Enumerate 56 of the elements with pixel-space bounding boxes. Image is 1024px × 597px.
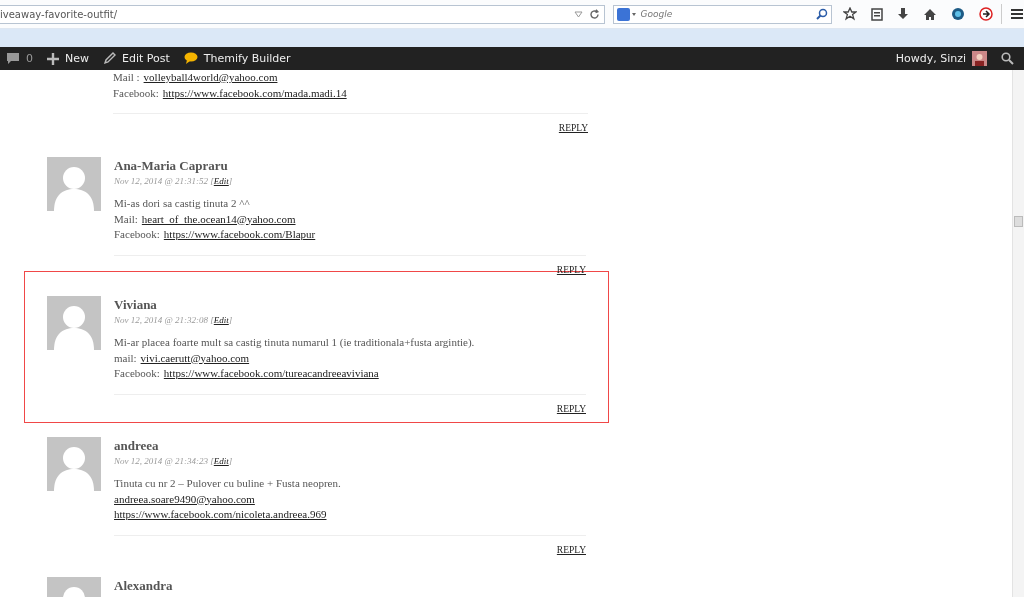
link[interactable]: https://www.facebook.com/Blapur xyxy=(163,228,316,240)
edit-post-link[interactable]: Edit Post xyxy=(103,52,170,65)
comment-line: Mail : volleyball4world@yahoo.com xyxy=(113,70,279,85)
account-menu[interactable]: Howdy, Sinzi xyxy=(895,51,987,66)
scrollbar[interactable] xyxy=(1012,70,1024,597)
comments-link[interactable]: 0 xyxy=(6,52,33,65)
comment-line: mail: vivi.caerutt@yahoo.com xyxy=(114,350,251,366)
builder-link[interactable]: Themify Builder xyxy=(183,52,291,65)
star-icon[interactable] xyxy=(843,7,857,21)
comment-author: andreea xyxy=(114,438,160,454)
link[interactable]: https://www.facebook.com/nicoleta.andreea.969 xyxy=(114,508,327,520)
avatar-icon xyxy=(47,157,101,211)
stop-icon[interactable] xyxy=(979,7,993,21)
reply-link[interactable]: REPLY xyxy=(556,543,586,556)
clipboard-icon[interactable] xyxy=(871,7,883,21)
reload-icon[interactable] xyxy=(588,8,600,20)
avatar-icon xyxy=(47,437,101,491)
home-icon[interactable] xyxy=(923,7,937,21)
new-link[interactable]: New xyxy=(47,52,89,65)
comment-line: Facebook: https://www.facebook.com/Blapur xyxy=(114,227,317,242)
url-text: iveaway-favorite-outfit/ xyxy=(0,8,119,20)
comment-date: Nov 12, 2014 @ 21:32:08 [Edit] xyxy=(114,314,234,327)
link[interactable]: andreea.soare9490@yahoo.com xyxy=(114,492,255,505)
comment-line: Mail: heart_of_the.ocean14@yahoo.com xyxy=(114,211,297,227)
comment-line: Tinuta cu nr 2 – Pulover cu buline + Fusta neopren. xyxy=(114,476,342,491)
link[interactable]: vivi.caerutt@yahoo.com xyxy=(140,351,250,364)
comment-author: Alexandra xyxy=(114,578,174,594)
comment-line: Mi-as dori sa castig tinuta 2 ^^ xyxy=(114,196,251,211)
search-icon[interactable] xyxy=(1001,52,1014,65)
plus-icon xyxy=(47,52,59,65)
dropdown-icon[interactable] xyxy=(573,10,583,18)
comment-line: Mi-ar placea foarte mult sa castig tinuta numarul 1 (ie traditionala+fusta argintie). xyxy=(114,335,476,350)
comment-line: Facebook: https://www.facebook.com/tureacandreeaviviana xyxy=(114,366,380,381)
comment-author: Viviana xyxy=(114,297,158,313)
download-icon[interactable] xyxy=(897,7,909,21)
reply-link[interactable]: REPLY xyxy=(558,122,588,134)
google-icon[interactable] xyxy=(616,7,637,21)
comment-date: Nov 12, 2014 @ 21:31:52 [Edit] xyxy=(114,175,234,188)
comment-date: Nov 12, 2014 @ 21:34:23 [Edit] xyxy=(114,455,234,468)
comment-line: Facebook: https://www.facebook.com/mada.madi.14 xyxy=(113,85,348,101)
menu-icon[interactable] xyxy=(1010,8,1024,20)
link[interactable]: https://www.facebook.com/tureacandreeaviviana xyxy=(163,367,379,379)
link[interactable]: heart_of_the.ocean14@yahoo.com xyxy=(141,212,296,225)
avatar-icon xyxy=(972,51,987,66)
reply-link[interactable]: REPLY xyxy=(556,402,586,415)
search-icon[interactable] xyxy=(816,8,828,20)
pencil-icon xyxy=(103,52,116,65)
speech-bubble-icon xyxy=(183,52,198,65)
link[interactable]: https://www.facebook.com/mada.madi.14 xyxy=(162,86,347,99)
url-field[interactable]: iveaway-favorite-outfit/ xyxy=(0,4,605,24)
link[interactable]: volleyball4world@yahoo.com xyxy=(143,71,278,83)
comment-author: Ana-Maria Capraru xyxy=(114,158,229,174)
search-bar[interactable]: Google xyxy=(612,4,832,24)
avatar-icon xyxy=(47,296,101,350)
comment-icon xyxy=(6,52,20,65)
scroll-thumb[interactable] xyxy=(1014,216,1023,227)
